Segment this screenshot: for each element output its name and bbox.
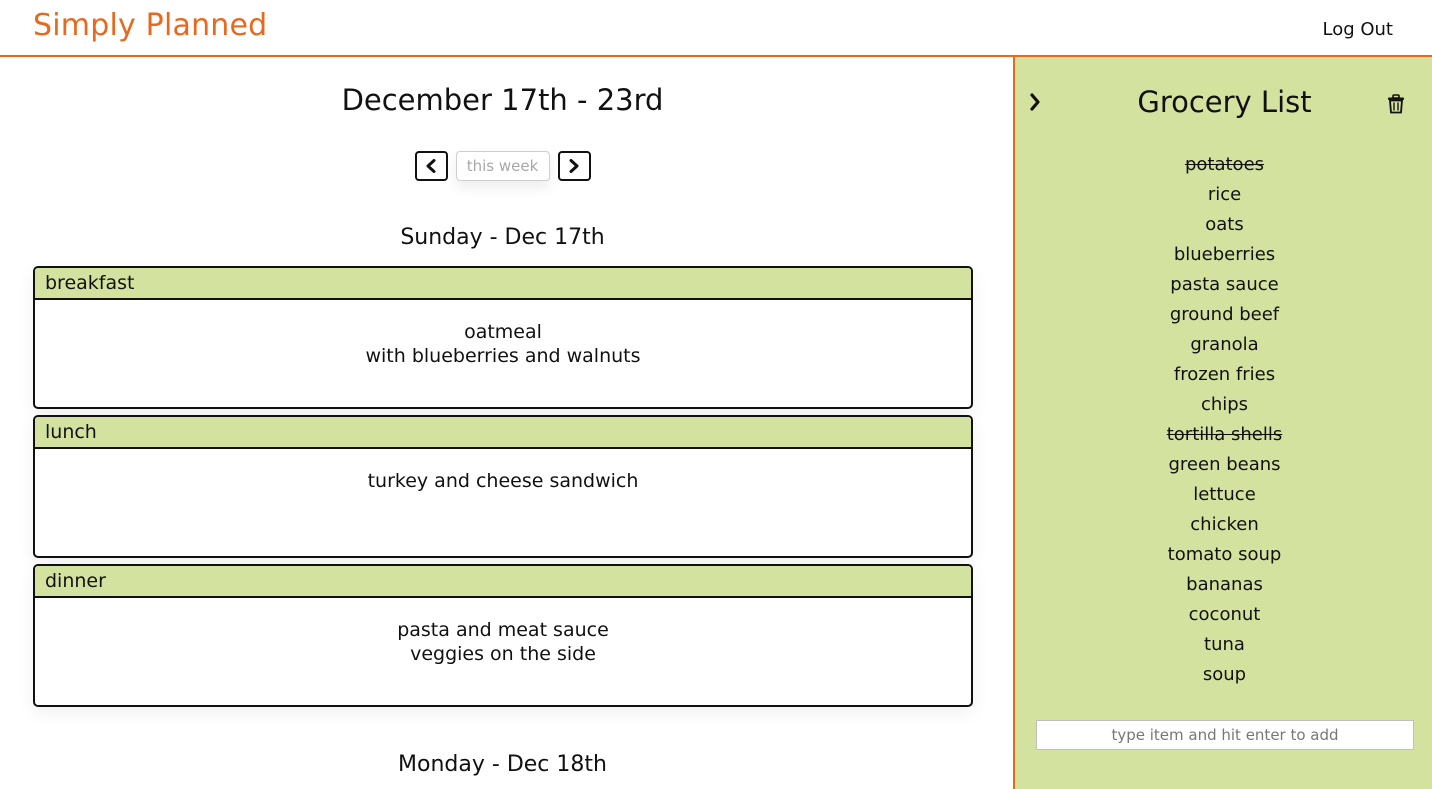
grocery-item[interactable]: ground beef	[1015, 300, 1432, 330]
this-week-button[interactable]: this week	[455, 151, 550, 181]
day-title: Monday - Dec 18th	[398, 752, 607, 777]
week-navigation: this week	[0, 151, 1005, 181]
grocery-item[interactable]: pasta sauce	[1015, 270, 1432, 300]
grocery-list: potatoes rice oats blueberries pasta sauce gr…	[1015, 150, 1432, 690]
meal-note-line: pasta and meat sauce	[397, 619, 609, 641]
day-title: Sunday - Dec 17th	[400, 225, 605, 250]
next-week-button[interactable]	[557, 151, 591, 181]
grocery-item[interactable]: blueberries	[1015, 240, 1432, 270]
grocery-item[interactable]: frozen fries	[1015, 360, 1432, 390]
grocery-item[interactable]: bananas	[1015, 570, 1432, 600]
app-header: Simply Planned Log Out	[0, 0, 1432, 57]
meal-card-lunch: lunch turkey and cheese sandwich	[33, 415, 973, 558]
previous-week-button[interactable]	[414, 151, 448, 181]
grocery-item[interactable]: lettuce	[1015, 480, 1432, 510]
meal-notes[interactable]: turkey and cheese sandwich	[35, 449, 971, 493]
grocery-item[interactable]: rice	[1015, 180, 1432, 210]
grocery-item[interactable]: soup	[1015, 660, 1432, 690]
meal-note-line: oatmeal	[464, 321, 542, 343]
grocery-item[interactable]: granola	[1015, 330, 1432, 360]
week-title: December 17th - 23rd	[341, 83, 664, 117]
grocery-item[interactable]: green beans	[1015, 450, 1432, 480]
meal-label: dinner	[35, 566, 971, 598]
grocery-item[interactable]: tortilla shells	[1015, 420, 1432, 450]
meal-card-dinner: dinner pasta and meat sauce veggies on t…	[33, 564, 973, 707]
app-logo[interactable]: Simply Planned	[33, 8, 267, 43]
clear-list-button[interactable]	[1387, 94, 1405, 114]
meal-notes[interactable]: pasta and meat sauce veggies on the side	[35, 598, 971, 666]
meal-note-line: veggies on the side	[410, 643, 596, 665]
meal-label: lunch	[35, 417, 971, 449]
meal-planner: December 17th - 23rd this week Sunday - …	[0, 57, 1014, 789]
meal-note-line: turkey and cheese sandwich	[367, 470, 639, 492]
grocery-item[interactable]: potatoes	[1015, 150, 1432, 180]
meal-card-breakfast: breakfast oatmeal with blueberries and w…	[33, 266, 973, 409]
grocery-item[interactable]: chips	[1015, 390, 1432, 420]
chevron-left-icon	[426, 159, 436, 173]
grocery-sidebar: Grocery List potatoes rice oats blueberries…	[1013, 57, 1432, 789]
meal-notes[interactable]: oatmeal with blueberries and walnuts	[35, 300, 971, 368]
grocery-list-title: Grocery List	[1137, 85, 1312, 119]
meal-note-line: with blueberries and walnuts	[365, 345, 641, 367]
trash-icon	[1388, 94, 1404, 114]
grocery-item[interactable]: oats	[1015, 210, 1432, 240]
grocery-item[interactable]: coconut	[1015, 600, 1432, 630]
meal-label: breakfast	[35, 268, 971, 300]
add-item-input[interactable]	[1036, 720, 1414, 750]
grocery-item[interactable]: chicken	[1015, 510, 1432, 540]
grocery-item[interactable]: tomato soup	[1015, 540, 1432, 570]
grocery-item[interactable]: tuna	[1015, 630, 1432, 660]
chevron-right-icon	[569, 159, 579, 173]
logout-link[interactable]: Log Out	[1322, 19, 1393, 40]
